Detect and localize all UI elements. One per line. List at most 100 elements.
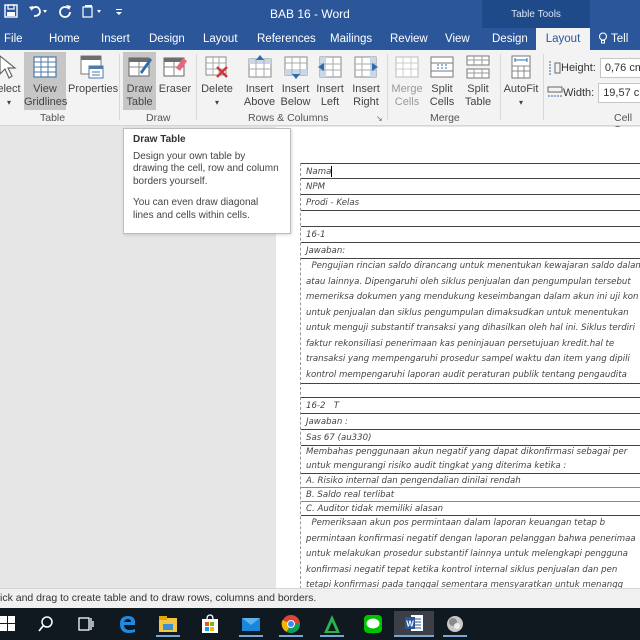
tab-mailings[interactable]: Mailings bbox=[330, 28, 372, 50]
mail-icon bbox=[242, 618, 260, 631]
delete-table-icon bbox=[205, 56, 228, 78]
height-input[interactable]: 0,76 cm bbox=[599, 58, 640, 78]
store-icon bbox=[202, 614, 218, 633]
group-separator bbox=[543, 54, 544, 120]
tab-home[interactable]: Home bbox=[49, 28, 80, 50]
cell-text: 16-1 bbox=[306, 230, 326, 240]
table-row-q2-answer-label[interactable]: Jawaban : bbox=[301, 414, 640, 430]
taskbar-feedly[interactable] bbox=[312, 611, 352, 637]
table-row-prodi-kelas[interactable]: Prodi - Kelas bbox=[301, 195, 640, 211]
insert-above-button[interactable]: Insert Above bbox=[243, 52, 276, 109]
height-label: Height: bbox=[561, 62, 596, 74]
tab-insert[interactable]: Insert bbox=[101, 28, 130, 50]
group-label-draw: Draw bbox=[146, 112, 171, 124]
insert-below-button[interactable]: Insert Below bbox=[279, 52, 312, 109]
view-gridlines-button[interactable]: View Gridlines bbox=[24, 52, 68, 110]
taskbar-edge[interactable] bbox=[108, 611, 148, 637]
split-cells-label-1: Split bbox=[431, 83, 453, 95]
draw-table-tooltip: Draw Table Design your own table by draw… bbox=[123, 128, 291, 234]
table-row-nama[interactable]: Nama bbox=[301, 163, 640, 179]
eraser-button[interactable]: Eraser bbox=[158, 52, 192, 96]
properties-button[interactable]: Properties bbox=[68, 52, 119, 96]
draw-table-label-1: Draw bbox=[126, 83, 153, 95]
table-row-option-a[interactable]: A. Risiko internal dan pengendalian dini… bbox=[301, 474, 640, 488]
table-row-spacer[interactable] bbox=[301, 384, 640, 398]
table-row-npm[interactable]: NPM bbox=[301, 179, 640, 195]
table-row-q1-number[interactable]: 16-1 bbox=[301, 227, 640, 243]
table-row-empty[interactable] bbox=[301, 211, 640, 227]
search-button[interactable] bbox=[26, 611, 66, 637]
customize-qat-icon[interactable] bbox=[114, 4, 124, 21]
line-messenger-icon bbox=[364, 615, 382, 633]
taskbar-mail[interactable] bbox=[231, 611, 271, 637]
taskbar-chrome[interactable] bbox=[271, 611, 311, 637]
delete-button[interactable]: Delete ▾ bbox=[200, 52, 234, 109]
running-indicator bbox=[320, 635, 344, 637]
width-input[interactable]: 19,57 cm bbox=[598, 83, 640, 103]
taskbar-file-explorer[interactable] bbox=[148, 611, 188, 637]
undo-icon[interactable] bbox=[28, 4, 48, 21]
tab-layout[interactable]: Layout bbox=[203, 28, 238, 50]
redo-icon[interactable] bbox=[58, 4, 72, 21]
table-row-q2-number[interactable]: 16-2 T bbox=[301, 398, 640, 414]
table-row-option-b[interactable]: B. Saldo real terlibat bbox=[301, 488, 640, 502]
tab-references[interactable]: References bbox=[257, 28, 316, 50]
tab-table-design[interactable]: Design bbox=[492, 28, 528, 50]
insert-left-label-1: Insert bbox=[316, 83, 344, 95]
start-button[interactable] bbox=[0, 611, 28, 637]
gridlines-icon bbox=[33, 56, 57, 78]
save-icon[interactable] bbox=[4, 4, 18, 21]
table-row-option-c[interactable]: C. Auditor tidak memiliki alasan bbox=[301, 502, 640, 516]
row-height-icon bbox=[549, 61, 561, 75]
group-separator bbox=[387, 54, 388, 120]
table-row-q1-answer-label[interactable]: Jawaban: bbox=[301, 243, 640, 259]
running-indicator bbox=[239, 635, 263, 637]
paragraph-line: konfirmasi negatif tepat ketika kontrol … bbox=[306, 564, 618, 575]
autofit-label: AutoFit bbox=[503, 83, 539, 95]
tab-design[interactable]: Design bbox=[149, 28, 185, 50]
cell-text: B. Saldo real terlibat bbox=[306, 490, 395, 500]
task-view-button[interactable] bbox=[66, 611, 106, 637]
cell-text: C. Auditor tidak memiliki alasan bbox=[306, 504, 444, 514]
select-button[interactable]: elect ▾ bbox=[0, 52, 22, 109]
windows-logo-icon bbox=[0, 616, 15, 631]
properties-label: Properties bbox=[68, 83, 119, 95]
insert-right-button[interactable]: Insert Right bbox=[349, 52, 383, 109]
tooltip-title: Draw Table bbox=[133, 134, 186, 145]
merge-cells-button[interactable]: Merge Cells bbox=[391, 52, 423, 109]
taskbar-store[interactable] bbox=[190, 611, 230, 637]
cell-text: Nama bbox=[306, 167, 332, 177]
taskbar-word[interactable]: W bbox=[394, 611, 434, 637]
view-gridlines-label-2: Gridlines bbox=[24, 96, 68, 108]
table-row-q2-reference[interactable]: Sas 67 (au330) bbox=[301, 430, 640, 446]
table-row-q1-paragraph[interactable]: Pengujian rincian saldo dirancang untuk … bbox=[301, 259, 640, 384]
insert-right-label-1: Insert bbox=[352, 83, 380, 95]
split-cells-icon bbox=[430, 56, 454, 78]
tell-me-search[interactable]: Tell m bbox=[598, 28, 640, 67]
view-gridlines-label-1: View bbox=[33, 83, 57, 95]
print-layout-icon[interactable] bbox=[82, 4, 104, 21]
draw-table-button[interactable]: Draw Table bbox=[123, 52, 156, 110]
dialog-launcher-icon[interactable]: ↘ bbox=[376, 114, 383, 123]
chrome-icon bbox=[281, 615, 300, 634]
split-table-button[interactable]: Split Table bbox=[462, 52, 494, 109]
row-height-field: Height: 0,76 cm bbox=[547, 58, 640, 78]
split-cells-label-2: Cells bbox=[429, 96, 455, 108]
autofit-button[interactable]: AutoFit ▾ bbox=[503, 52, 539, 109]
width-label: Width: bbox=[563, 87, 595, 99]
taskbar-app[interactable] bbox=[435, 611, 475, 637]
tab-file[interactable]: File bbox=[4, 28, 23, 50]
insert-right-label-2: Right bbox=[353, 96, 379, 108]
merge-cells-label-2: Cells bbox=[394, 96, 420, 108]
cell-text: Jawaban: bbox=[306, 246, 346, 256]
tab-view[interactable]: View bbox=[445, 28, 470, 50]
table-row-q2-paragraph[interactable]: Pemeriksaan akun pos permintaan dalam la… bbox=[301, 516, 640, 594]
cell-text: Jawaban : bbox=[306, 417, 348, 427]
taskbar-line[interactable] bbox=[353, 611, 393, 637]
insert-left-button[interactable]: Insert Left bbox=[314, 52, 346, 109]
tab-table-layout[interactable]: Layout bbox=[536, 28, 590, 51]
table-row-q2-intro[interactable]: Membahas penggunaan akun negatif yang da… bbox=[301, 446, 640, 474]
tab-review[interactable]: Review bbox=[390, 28, 428, 50]
document-table[interactable]: Nama NPM Prodi - Kelas 16-1 Jawaban: Pen… bbox=[300, 163, 640, 594]
split-cells-button[interactable]: Split Cells bbox=[427, 52, 457, 109]
